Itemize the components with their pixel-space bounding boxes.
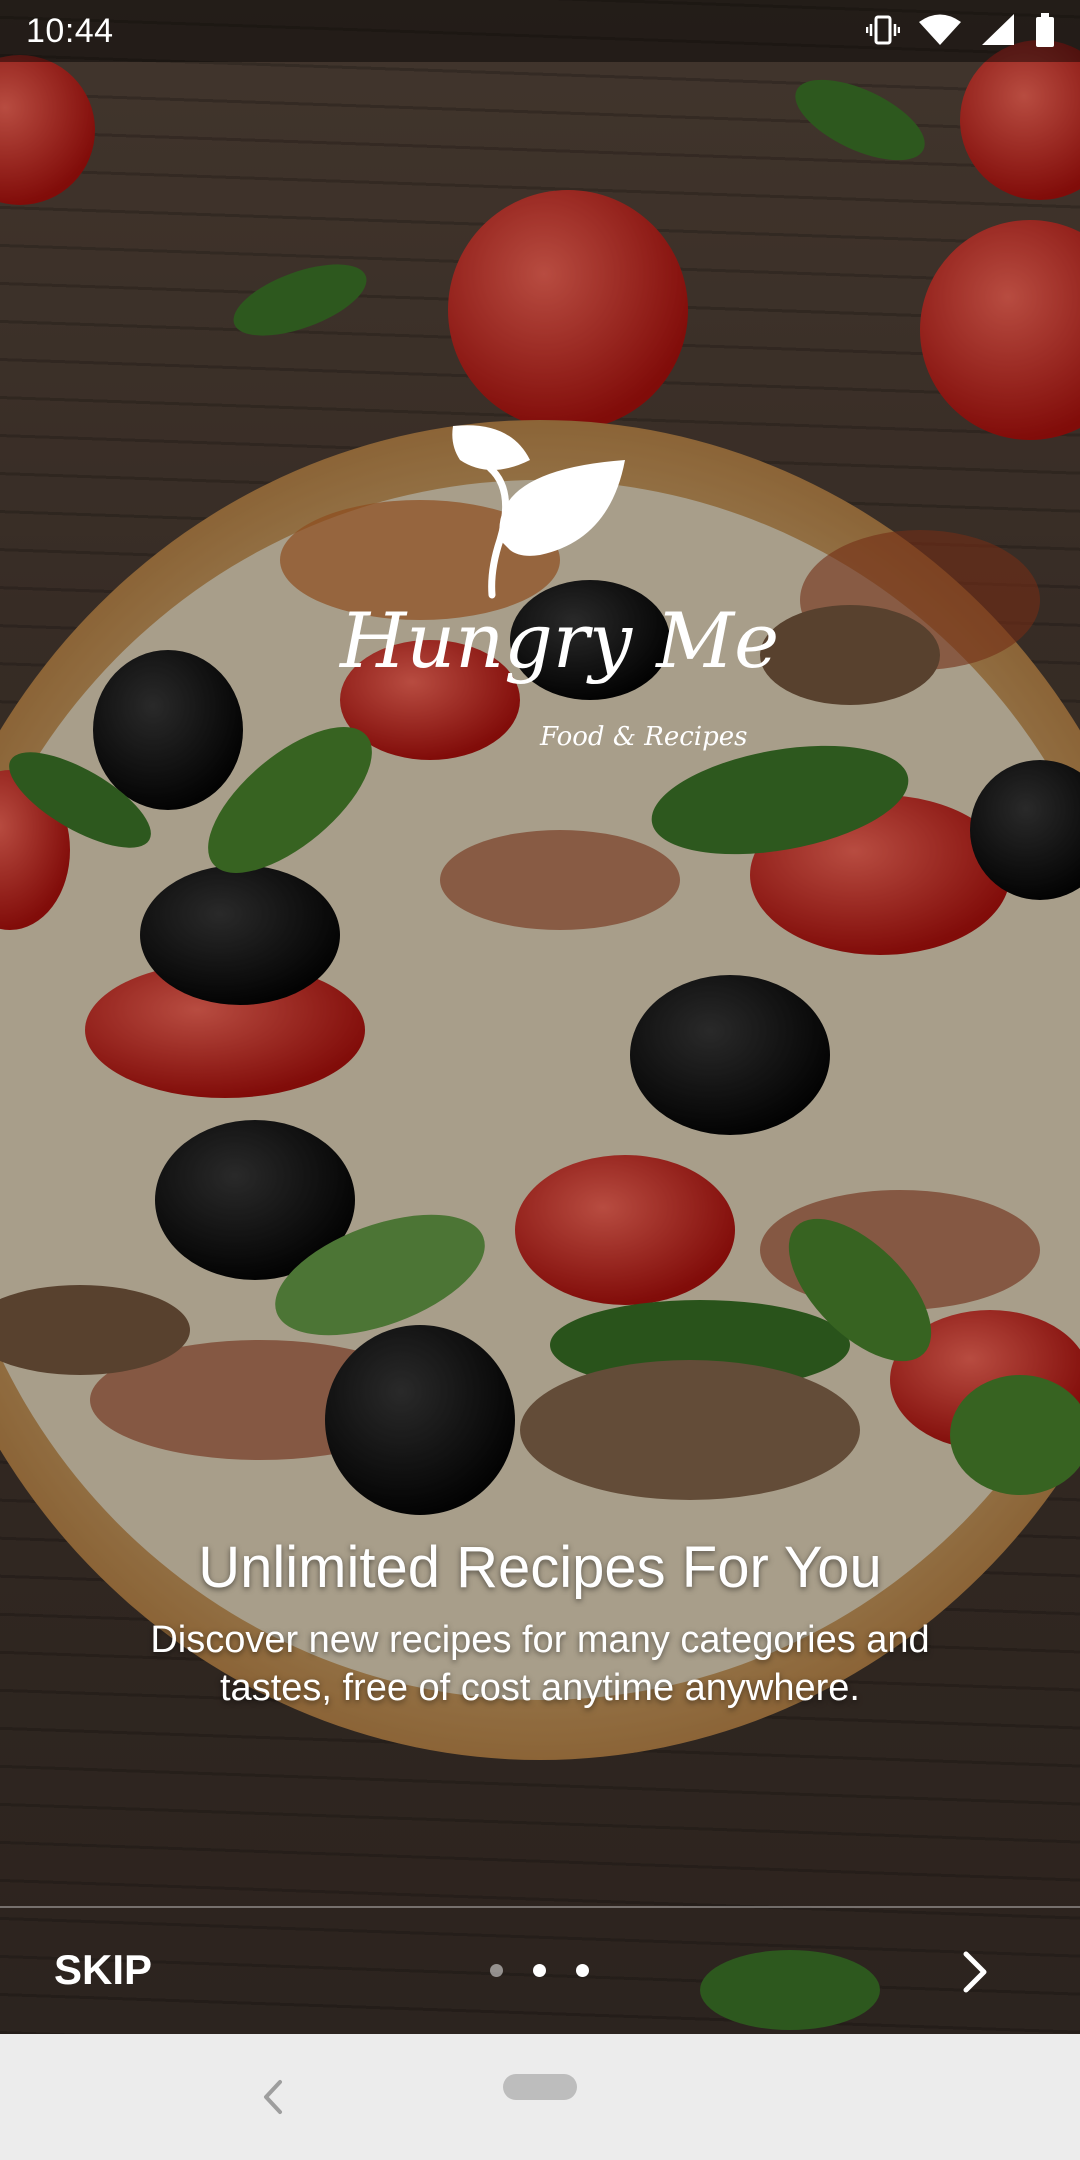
page-indicator — [490, 1964, 589, 1977]
chevron-right-icon — [963, 1951, 987, 1993]
skip-button[interactable]: SKIP — [54, 1946, 152, 1994]
status-bar: 10:44 — [0, 0, 1080, 62]
page-dot — [490, 1964, 503, 1977]
battery-icon — [1034, 12, 1056, 48]
onboarding-headline: Unlimited Recipes For You — [198, 1535, 882, 1600]
controls-divider — [0, 1906, 1080, 1908]
page-dot — [576, 1964, 589, 1977]
back-icon — [264, 2080, 282, 2114]
onboarding-description: Discover new recipes for many categories… — [150, 1619, 930, 1709]
page-dot — [533, 1964, 546, 1977]
background-dim-overlay — [0, 0, 1080, 2034]
status-icons — [866, 12, 1056, 48]
home-pill-icon[interactable] — [503, 2074, 577, 2100]
app-logo: Hungry Me Food & Recipes — [340, 420, 780, 760]
logo-title: Hungry Me — [340, 596, 780, 685]
next-button[interactable] — [952, 1946, 998, 1998]
wifi-icon — [918, 13, 962, 47]
leaf-icon — [452, 425, 625, 599]
back-button[interactable] — [256, 2074, 292, 2120]
logo-subtitle: Food & Recipes — [540, 722, 748, 752]
status-time: 10:44 — [26, 12, 114, 50]
signal-icon — [980, 13, 1016, 47]
navigation-bar — [0, 2034, 1080, 2160]
vibrate-icon — [866, 13, 900, 47]
onboarding-screen: 10:44 Hungry Me Food & Recipes Unlimited… — [0, 0, 1080, 2160]
